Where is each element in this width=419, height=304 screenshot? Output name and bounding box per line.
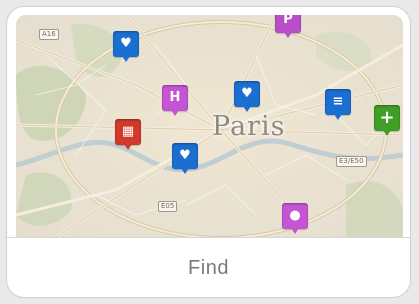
parking-marker[interactable]: P <box>275 15 301 39</box>
emergency-marker[interactable]: ▦ <box>115 119 141 151</box>
plus-icon: + <box>379 107 395 128</box>
tooth-icon: ♥ <box>241 86 253 101</box>
map-preview[interactable]: A16 E05 E3/E50 Paris ♥ P H ♥ ≡ + ▦ ♥ ● <box>16 15 403 237</box>
stretcher-icon: ≡ <box>332 94 344 109</box>
service-marker[interactable]: ● <box>282 203 308 235</box>
medical-service-marker[interactable]: ≡ <box>325 89 351 121</box>
pharmacy-marker[interactable]: + <box>374 105 400 137</box>
tooth-icon: ♥ <box>120 36 132 51</box>
h-icon: H <box>169 90 181 105</box>
dentist-marker[interactable]: ♥ <box>234 81 260 113</box>
road-sign: E3/E50 <box>336 156 367 167</box>
dentist-marker[interactable]: ♥ <box>113 31 139 63</box>
find-card[interactable]: A16 E05 E3/E50 Paris ♥ P H ♥ ≡ + ▦ ♥ ● F… <box>6 6 411 298</box>
road-sign: A16 <box>39 29 59 40</box>
find-button[interactable]: Find <box>7 238 410 297</box>
ambulance-icon: ▦ <box>121 124 135 139</box>
hospital-marker[interactable]: H <box>162 85 188 117</box>
pin-icon: ● <box>289 208 301 223</box>
parking-icon: P <box>283 15 293 27</box>
road-sign: E05 <box>158 201 178 212</box>
map-background <box>16 15 403 237</box>
city-label: Paris <box>212 111 286 142</box>
tooth-icon: ♥ <box>179 148 191 163</box>
dentist-marker[interactable]: ♥ <box>172 143 198 175</box>
